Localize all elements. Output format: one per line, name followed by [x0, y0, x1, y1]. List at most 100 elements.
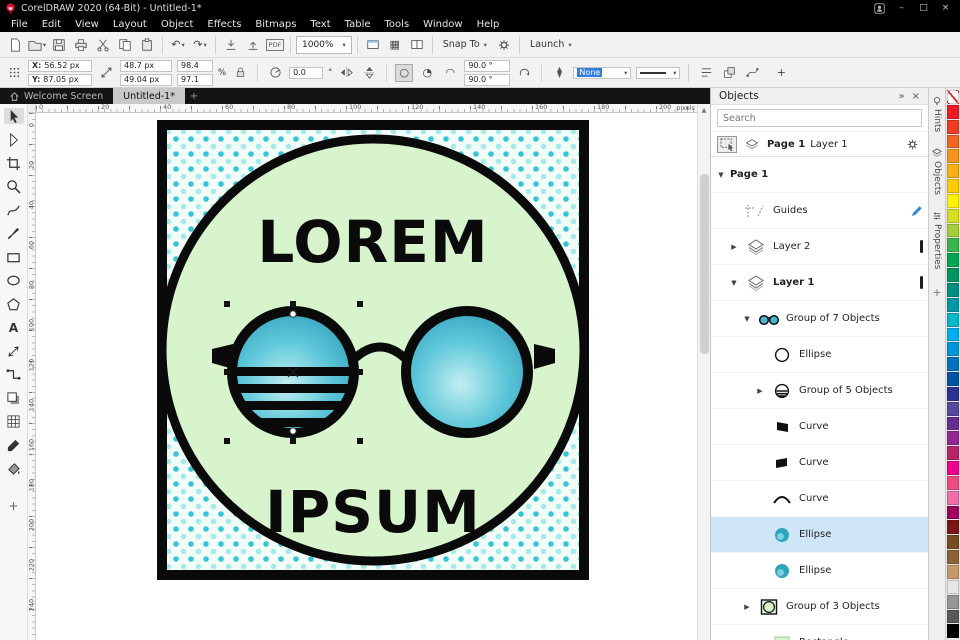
cut-icon[interactable]: [93, 35, 113, 55]
close-button[interactable]: ×: [936, 2, 955, 15]
menu-table[interactable]: Table: [338, 19, 378, 30]
no-color-swatch[interactable]: [947, 90, 959, 104]
change-direction-icon[interactable]: [515, 64, 533, 82]
objects-tree-item-ellipse[interactable]: Ellipse: [711, 553, 928, 589]
color-swatch[interactable]: [947, 475, 959, 490]
vertical-ruler[interactable]: 0 20 40 60 80 100 120 140 160 180 200 220 240: [28, 113, 36, 640]
node-handle-top[interactable]: [289, 310, 297, 318]
zoom-tool-icon[interactable]: [4, 179, 24, 195]
color-swatch[interactable]: [947, 253, 959, 268]
color-swatch[interactable]: [947, 119, 959, 134]
edit-guides-pencil-icon[interactable]: [911, 205, 923, 217]
expander-icon[interactable]: ▼: [729, 279, 739, 287]
color-swatch[interactable]: [947, 565, 959, 579]
eyedropper-tool-icon[interactable]: [4, 437, 24, 453]
menu-edit[interactable]: Edit: [35, 19, 68, 30]
color-swatch[interactable]: [947, 357, 959, 372]
object-y-field[interactable]: Y: 87.05 px: [28, 73, 92, 86]
menu-layout[interactable]: Layout: [106, 19, 154, 30]
color-swatch[interactable]: [947, 268, 959, 282]
minimize-button[interactable]: –: [892, 2, 911, 15]
launch-dropdown[interactable]: Launch ▾: [525, 35, 577, 55]
layer-indicator-bar[interactable]: [920, 276, 923, 289]
ruler-origin[interactable]: [28, 104, 36, 113]
freehand-tool-icon[interactable]: [4, 202, 24, 218]
menu-effects[interactable]: Effects: [200, 19, 248, 30]
color-swatch[interactable]: [947, 431, 959, 446]
horizontal-ruler[interactable]: pixels 0 20 40 60 80 100 120 140 160 180 200: [36, 104, 697, 113]
color-swatch[interactable]: [947, 312, 959, 327]
start-angle-field[interactable]: 90.0 °: [464, 59, 511, 72]
property-bar-more-button[interactable]: +: [772, 64, 790, 82]
docker-settings-gear-icon[interactable]: [902, 136, 922, 153]
end-angle-field[interactable]: 90.0 °: [464, 73, 511, 86]
maximize-button[interactable]: □: [914, 2, 933, 15]
docker-tab-objects[interactable]: Objects: [932, 148, 942, 195]
text-tool-icon[interactable]: A: [4, 320, 24, 336]
drawing-canvas[interactable]: LOREM IPSUM: [36, 113, 697, 640]
docker-tab-hints[interactable]: Hints: [932, 96, 942, 132]
objects-search-input[interactable]: [717, 109, 922, 127]
objects-tree-item-group-of-3-objects[interactable]: ▶ Group of 3 Objects: [711, 589, 928, 625]
docker-close-icon[interactable]: ×: [912, 91, 920, 102]
open-icon[interactable]: ▾: [27, 35, 47, 55]
scroll-up-icon[interactable]: ▲: [698, 104, 710, 116]
object-height-field[interactable]: 49.04 px: [120, 73, 172, 86]
rectangle-tool-icon[interactable]: [4, 249, 24, 265]
tab-welcome-screen[interactable]: Welcome Screen: [0, 88, 113, 104]
import-icon[interactable]: [221, 35, 241, 55]
color-swatch[interactable]: [947, 594, 959, 609]
docker-collapse-icon[interactable]: »: [898, 91, 904, 102]
menu-window[interactable]: Window: [416, 19, 469, 30]
color-swatch[interactable]: [947, 609, 959, 624]
color-swatch[interactable]: [947, 193, 959, 208]
artistic-media-tool-icon[interactable]: [4, 226, 24, 242]
color-swatch[interactable]: [947, 579, 959, 594]
color-swatch[interactable]: [947, 535, 959, 550]
color-swatch[interactable]: [947, 461, 959, 475]
to-front-icon[interactable]: [720, 64, 738, 82]
connector-tool-icon[interactable]: [4, 367, 24, 383]
objects-tree-item-ellipse[interactable]: Ellipse: [711, 337, 928, 373]
account-icon[interactable]: [870, 2, 889, 15]
undo-icon[interactable]: ↶ ▾: [168, 35, 188, 55]
shadow-tool-icon[interactable]: [4, 390, 24, 406]
color-swatch[interactable]: [947, 505, 959, 520]
redo-icon[interactable]: ↷ ▾: [190, 35, 210, 55]
mirror-vertical-icon[interactable]: [360, 64, 378, 82]
print-icon[interactable]: [71, 35, 91, 55]
snap-to-dropdown[interactable]: Snap To ▾: [438, 35, 492, 55]
new-tab-button[interactable]: +: [185, 88, 203, 104]
color-swatch[interactable]: [947, 342, 959, 357]
convert-to-curves-icon[interactable]: [743, 64, 761, 82]
angle-field[interactable]: 0.0: [289, 66, 324, 79]
artwork-sunglasses-logo[interactable]: LOREM IPSUM: [157, 120, 589, 580]
publish-pdf-icon[interactable]: PDF: [265, 35, 285, 55]
color-swatch[interactable]: [947, 401, 959, 416]
objects-tree-item-group-of-5-objects[interactable]: ▶ Group of 5 Objects: [711, 373, 928, 409]
object-width-field[interactable]: 48.7 px: [120, 59, 172, 72]
pie-mode-button[interactable]: ◔: [418, 64, 436, 82]
color-swatch[interactable]: [947, 386, 959, 401]
menu-view[interactable]: View: [68, 19, 106, 30]
zoom-level-dropdown[interactable]: 1000% ▾: [296, 35, 352, 54]
new-document-icon[interactable]: [5, 35, 25, 55]
copy-icon[interactable]: [115, 35, 135, 55]
show-grid-icon[interactable]: ▦: [385, 35, 405, 55]
expander-icon[interactable]: ▼: [716, 171, 726, 179]
color-swatch[interactable]: [947, 104, 959, 119]
options-gear-icon[interactable]: [494, 35, 514, 55]
objects-tree-item-page-1[interactable]: ▼ Page 1: [711, 157, 928, 193]
mirror-horizontal-icon[interactable]: [337, 64, 355, 82]
objects-tree-item-guides[interactable]: Guides: [711, 193, 928, 229]
objects-tree-item-group-of-7-objects[interactable]: ▼ Group of 7 Objects: [711, 301, 928, 337]
objects-tree-item-curve[interactable]: Curve: [711, 481, 928, 517]
color-swatch[interactable]: [947, 446, 959, 461]
save-icon[interactable]: [49, 35, 69, 55]
expander-icon[interactable]: ▶: [755, 387, 765, 395]
node-handle-bottom[interactable]: [289, 427, 297, 435]
docker-tab-properties[interactable]: Properties: [932, 211, 942, 270]
crop-tool-icon[interactable]: [4, 155, 24, 171]
export-icon[interactable]: [243, 35, 263, 55]
object-x-field[interactable]: X: 56.52 px: [28, 59, 92, 72]
